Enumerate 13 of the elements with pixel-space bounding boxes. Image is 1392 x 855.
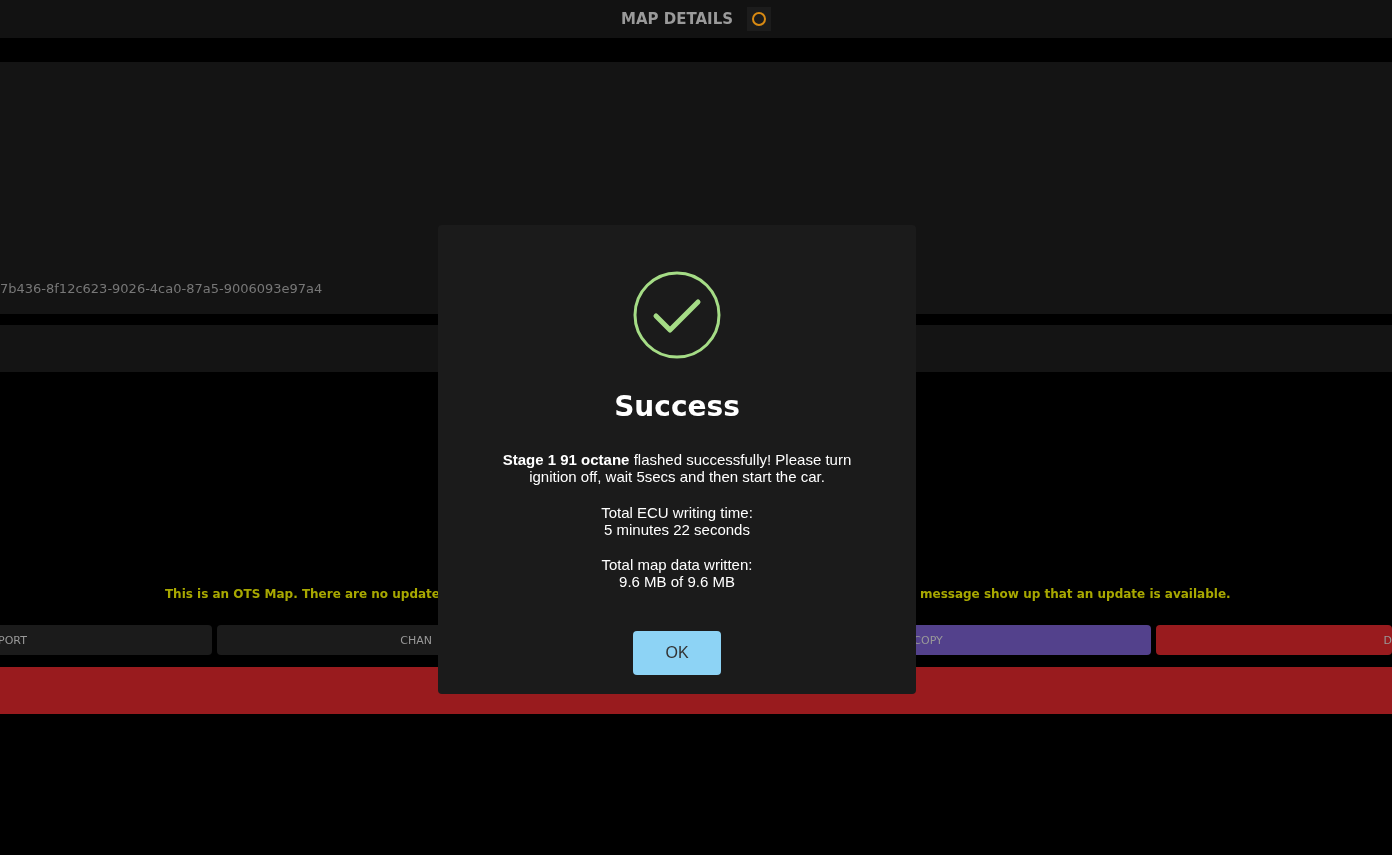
dialog-detail: Total ECU writing time:	[601, 503, 753, 521]
notice-text: This is an OTS Map. There are no update	[163, 587, 440, 601]
dialog-detail: 9.6 MB of 9.6 MB	[618, 573, 736, 591]
dialog-detail: 5 minutes 22 seconds	[603, 520, 751, 538]
dialog-title: Success	[614, 390, 740, 423]
ok-button[interactable]: OK	[633, 630, 721, 675]
ring-icon	[747, 7, 772, 31]
dialog-message: Stage 1 91 octane flashed successfully! Please turn ignition off, wait 5secs and then start the car.	[501, 451, 853, 486]
map-id: 7b436-8f12c623-9026-4ca0-87a5-9006093e97a4	[0, 281, 323, 296]
dialog-detail: Total map data written:	[601, 556, 753, 574]
check-circle-icon	[632, 270, 722, 360]
page-title: MAP DETAILS	[620, 10, 734, 28]
notice-text: message show up that an update is available.	[919, 587, 1232, 601]
